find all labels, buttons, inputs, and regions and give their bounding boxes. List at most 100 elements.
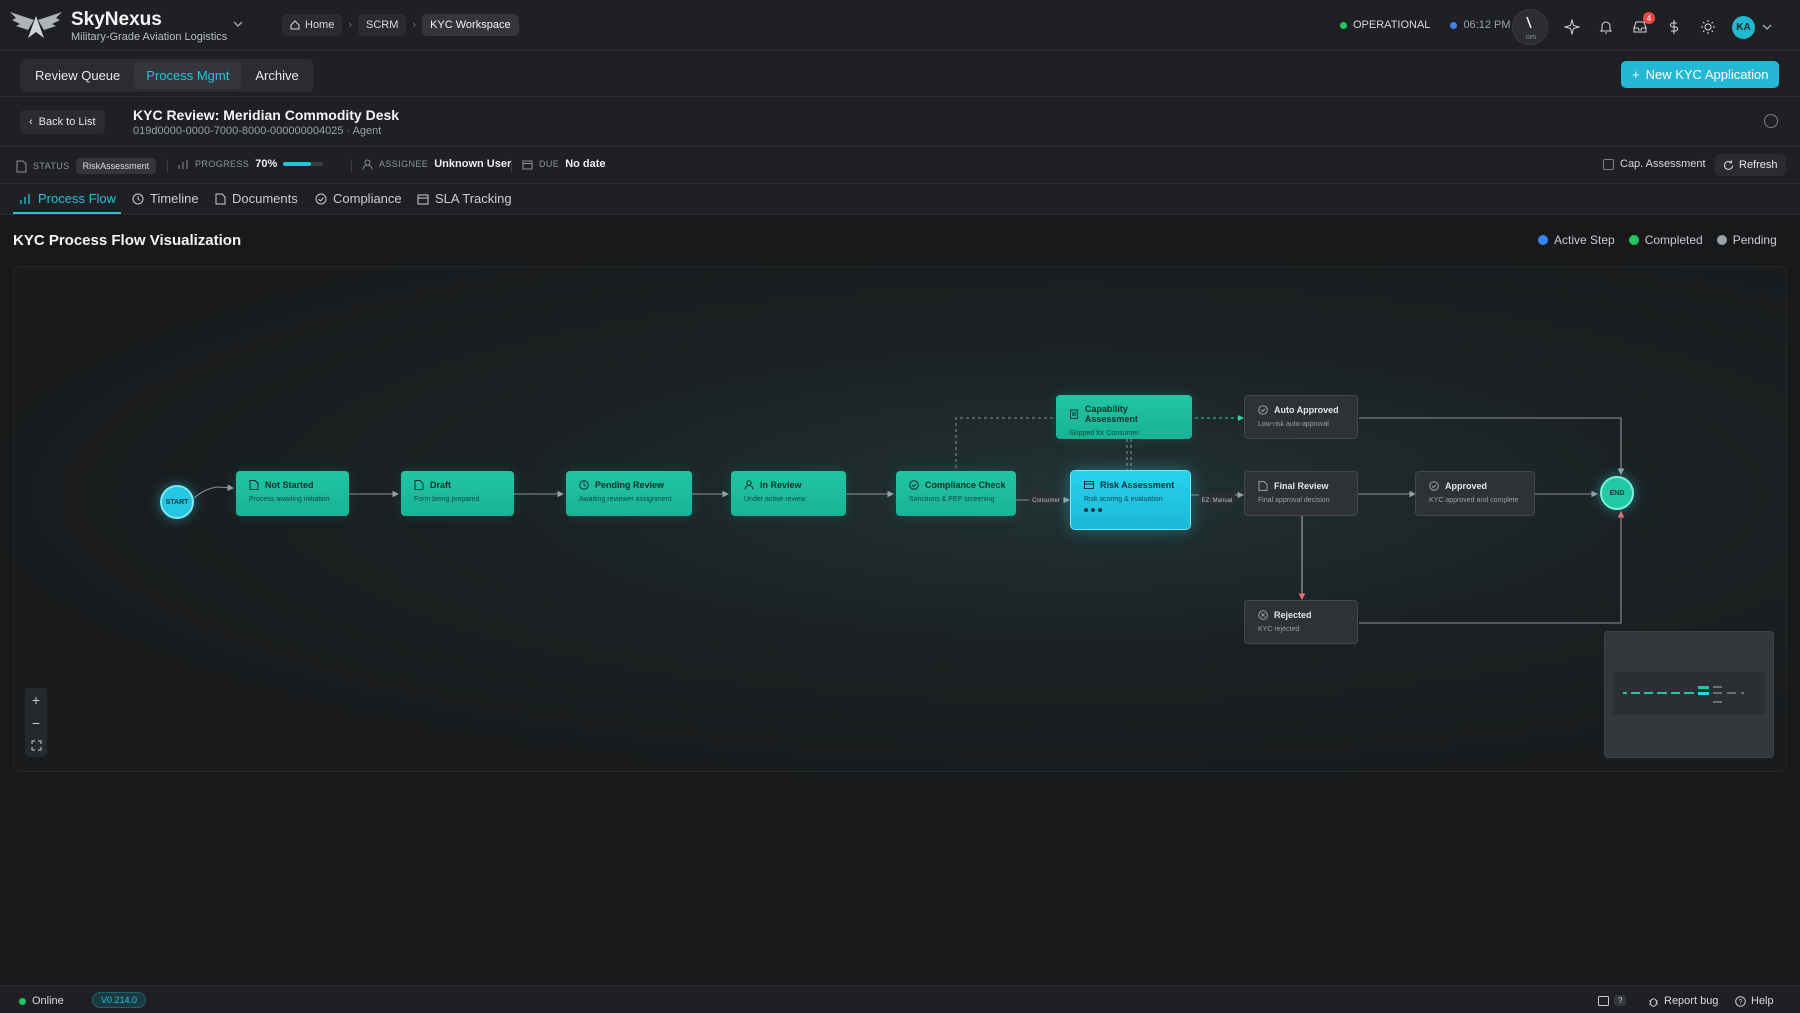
inbox-icon[interactable]: 4 — [1630, 12, 1655, 37]
chevron-left-icon: ‹ — [29, 116, 33, 128]
check-circle-icon — [315, 193, 327, 204]
close-circle-icon[interactable] — [1764, 114, 1778, 128]
report-bug-button[interactable]: Report bug — [1648, 995, 1718, 1007]
tab-process-flow-label: Process Flow — [38, 191, 117, 206]
calendar-icon — [522, 160, 533, 169]
node-approved[interactable]: Approved KYC approved and complete — [1415, 471, 1535, 516]
home-icon — [290, 20, 300, 30]
chevron-down-icon[interactable] — [232, 18, 244, 30]
connection-status: Online — [19, 995, 64, 1007]
node-title: Compliance Check — [925, 480, 1006, 490]
help-button[interactable]: ? Help — [1735, 995, 1774, 1007]
active-tab-indicator — [13, 212, 121, 214]
node-auto-approved[interactable]: Auto Approved Low-risk auto-approval — [1244, 395, 1358, 439]
breadcrumb-scrm[interactable]: SCRM — [358, 14, 407, 36]
end-node[interactable]: END — [1600, 476, 1634, 510]
app-tagline: Military-Grade Aviation Logistics — [71, 31, 228, 43]
node-pending-review[interactable]: Pending Review Awaiting reviewer assignm… — [566, 471, 692, 516]
node-title: Not Started — [265, 480, 314, 490]
start-node[interactable]: START — [160, 485, 194, 519]
tab-process-flow[interactable]: Process Flow — [20, 191, 116, 206]
node-risk-assessment[interactable]: Risk Assessment Risk scoring & evaluatio… — [1070, 470, 1191, 530]
legend-label: Active Step — [1554, 233, 1615, 247]
zoom-in-icon[interactable]: + — [25, 688, 47, 711]
status-bar: Online V0.214.0 ? Report bug ? Help — [0, 985, 1800, 1013]
ops-gauge-icon[interactable]: OPS — [1512, 9, 1548, 45]
status-meta: STATUS RiskAssessment — [16, 158, 157, 174]
node-capability-assessment[interactable]: Capability Assessment Skipped for Consum… — [1056, 395, 1192, 439]
svg-text:?: ? — [1739, 999, 1743, 1006]
refresh-button[interactable]: Refresh — [1715, 154, 1786, 176]
zoom-out-icon[interactable]: − — [25, 711, 47, 734]
node-subtitle: Process awaiting initiation — [249, 496, 330, 503]
dollar-icon[interactable] — [1664, 17, 1684, 37]
node-title: Risk Assessment — [1100, 480, 1175, 490]
legend-swatch — [1716, 235, 1727, 245]
check-circle-icon — [1429, 481, 1439, 491]
record-meta-bar: STATUS RiskAssessment PROGRESS 70% ASSIG… — [0, 147, 1800, 184]
tab-compliance[interactable]: Compliance — [315, 191, 402, 206]
new-kyc-application-button[interactable]: + New KYC Application — [1621, 61, 1780, 88]
flow-canvas[interactable]: Consumer EZ: Manual START END Not Starte… — [13, 266, 1787, 772]
tab-process-mgmt[interactable]: Process Mgmt — [134, 62, 242, 89]
bell-icon[interactable] — [1596, 17, 1616, 37]
checkbox[interactable] — [1603, 158, 1614, 170]
cap-assessment-toggle[interactable]: Cap. Assessment — [1603, 158, 1706, 170]
tab-compliance-label: Compliance — [333, 191, 402, 206]
breadcrumb-scrm-label: SCRM — [366, 19, 399, 31]
fit-view-icon[interactable] — [25, 734, 47, 757]
legend-label: Pending — [1732, 233, 1777, 247]
progress-bar-fill — [283, 162, 312, 166]
node-in-review[interactable]: In Review Under active review — [731, 471, 846, 516]
calendar-icon — [417, 194, 429, 204]
breadcrumb-separator: › — [412, 19, 417, 31]
legend-active-step: Active Step — [1538, 233, 1615, 247]
breadcrumb-kyc-workspace[interactable]: KYC Workspace — [422, 14, 519, 36]
status-badge: RiskAssessment — [75, 158, 157, 174]
legend-swatch — [1628, 235, 1639, 245]
sparkle-icon[interactable] — [1562, 17, 1582, 37]
user-icon — [362, 159, 373, 170]
node-subtitle: Under active review — [744, 496, 806, 503]
node-rejected[interactable]: Rejected KYC rejected — [1244, 600, 1358, 644]
avatar[interactable]: KA — [1732, 15, 1755, 39]
node-final-review[interactable]: Final Review Final approval decision — [1244, 471, 1358, 516]
tab-documents-label: Documents — [232, 191, 298, 206]
keyboard-shortcuts[interactable]: ? — [1598, 995, 1627, 1006]
new-kyc-application-label: New KYC Application — [1645, 67, 1769, 82]
brand[interactable]: SkyNexus Military-Grade Aviation Logisti… — [71, 10, 227, 44]
node-title: Auto Approved — [1274, 405, 1339, 415]
legend-label: Completed — [1644, 233, 1703, 247]
breadcrumb-home[interactable]: Home — [282, 14, 343, 36]
clock-dot — [1450, 21, 1458, 29]
breadcrumb-home-label: Home — [305, 19, 335, 31]
edge-label-manual: EZ: Manual — [1202, 498, 1233, 504]
tab-review-queue[interactable]: Review Queue — [23, 62, 132, 89]
notification-badge: 4 — [1643, 12, 1655, 24]
back-to-list-button[interactable]: ‹ Back to List — [20, 110, 105, 134]
tab-sla-tracking[interactable]: SLA Tracking — [417, 191, 512, 206]
minimap-viewport — [1613, 672, 1765, 714]
progress-bar — [283, 162, 324, 166]
winged-logo-icon[interactable] — [8, 8, 64, 42]
online-dot — [19, 997, 26, 1005]
tab-archive[interactable]: Archive — [243, 62, 310, 89]
tab-timeline[interactable]: Timeline — [132, 191, 199, 206]
refresh-icon — [1724, 160, 1733, 170]
tab-documents[interactable]: Documents — [215, 191, 298, 206]
document-icon — [16, 160, 27, 172]
node-not-started[interactable]: Not Started Process awaiting initiation — [236, 471, 349, 516]
minimap[interactable] — [1604, 631, 1774, 758]
node-subtitle: Awaiting reviewer assignment — [579, 496, 672, 503]
chevron-down-icon[interactable] — [1761, 21, 1773, 33]
report-bug-label: Report bug — [1664, 995, 1719, 1007]
node-draft[interactable]: Draft Form being prepared — [401, 471, 514, 516]
sun-icon[interactable] — [1698, 17, 1718, 37]
help-label: Help — [1751, 995, 1774, 1007]
bug-icon — [1649, 997, 1658, 1007]
status-label: STATUS — [33, 161, 70, 171]
due-label: DUE — [539, 159, 560, 169]
node-compliance-check[interactable]: Compliance Check Sanctions & PEP screeni… — [896, 471, 1016, 516]
edge — [193, 484, 235, 499]
progress-meta: PROGRESS 70% — [178, 158, 324, 170]
